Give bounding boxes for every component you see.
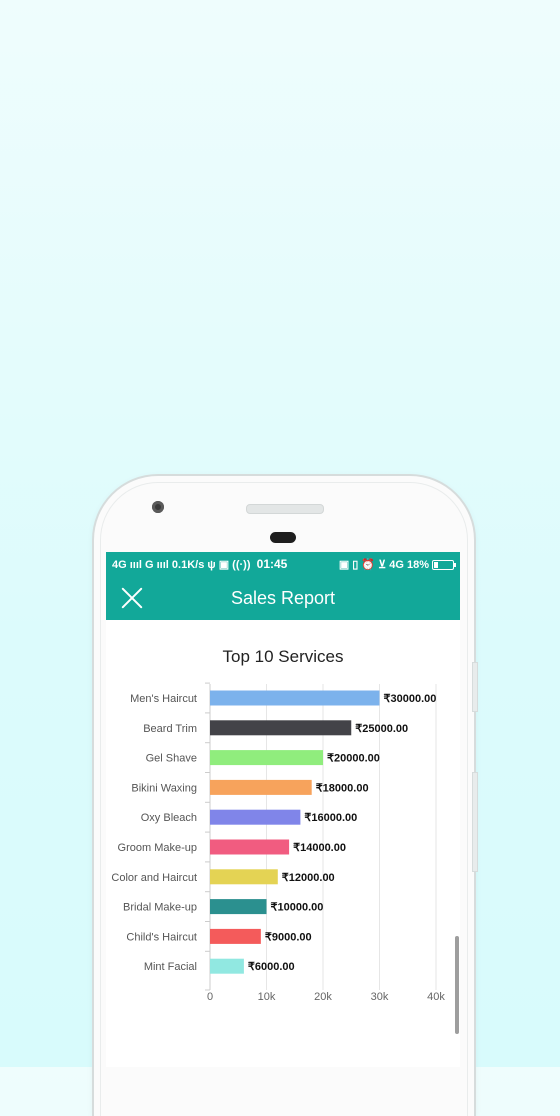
status-time: 01:45 xyxy=(256,557,288,571)
bar xyxy=(210,958,244,974)
bar xyxy=(210,899,267,915)
chart-area: Top 10 Services 0 10k 20k 30k 40k Men's Haircu… xyxy=(106,620,460,1067)
category-label: Groom Make-up xyxy=(118,842,197,854)
bar xyxy=(210,928,261,944)
category-label: Mint Facial xyxy=(144,961,197,973)
close-icon[interactable] xyxy=(120,586,144,610)
category-label: Gel Shave xyxy=(146,753,197,765)
data-label: ₹16000.00 xyxy=(304,812,357,824)
bar xyxy=(210,809,301,825)
chart-title: Top 10 Services xyxy=(223,647,344,666)
page-title: Sales Report xyxy=(230,587,336,608)
data-label: ₹9000.00 xyxy=(265,931,312,943)
x-tick-label: 40k xyxy=(427,991,445,1003)
x-tick-label: 30k xyxy=(371,991,389,1003)
data-label: ₹14000.00 xyxy=(293,842,346,854)
category-label: Color and Haircut xyxy=(111,872,197,884)
status-right: ▣ ▯ ⏰ ⊻ 4G 18% xyxy=(309,558,457,571)
category-label: Bikini Waxing xyxy=(131,782,197,794)
bar xyxy=(210,690,380,706)
category-label: Child's Haircut xyxy=(126,931,197,943)
scrollbar[interactable] xyxy=(455,936,459,1034)
category-label: Oxy Bleach xyxy=(141,812,197,824)
x-tick-label: 20k xyxy=(314,991,332,1003)
data-label: ₹10000.00 xyxy=(271,902,324,914)
category-label: Bridal Make-up xyxy=(123,902,197,914)
battery-icon xyxy=(432,559,457,570)
bar xyxy=(210,869,278,885)
earpiece-speaker xyxy=(246,504,324,514)
bar xyxy=(210,839,290,855)
status-right-text: ▣ ▯ ⏰ ⊻ 4G 18% xyxy=(338,558,430,571)
data-label: ₹12000.00 xyxy=(282,872,335,884)
category-label: Men's Haircut xyxy=(130,693,197,705)
data-label: ₹18000.00 xyxy=(316,782,369,794)
data-label: ₹25000.00 xyxy=(355,723,408,735)
app-bar: Sales Report xyxy=(106,576,460,620)
power-button xyxy=(472,772,478,872)
category-label: Beard Trim xyxy=(143,723,197,735)
data-label: ₹6000.00 xyxy=(248,961,295,973)
x-tick-label: 10k xyxy=(258,991,276,1003)
x-tick-label: 0 xyxy=(207,991,213,1003)
bar xyxy=(210,720,352,736)
front-camera xyxy=(152,501,164,513)
bar xyxy=(210,750,323,766)
proximity-sensor xyxy=(270,532,296,543)
bar xyxy=(210,779,312,795)
bar-chart: Top 10 Services 0 10k 20k 30k 40k Men's Haircu… xyxy=(111,647,445,1003)
status-bar: 4G ıııl G ıııl 0.1K/s ψ ▣ ((·)) 01:45 ▣ … xyxy=(106,552,460,576)
phone-screen: 4G ıııl G ıııl 0.1K/s ψ ▣ ((·)) 01:45 ▣ … xyxy=(106,552,460,1067)
volume-button xyxy=(472,662,478,712)
data-label: ₹30000.00 xyxy=(384,693,437,705)
status-left: 4G ıııl G ıııl 0.1K/s ψ ▣ ((·)) xyxy=(112,558,251,571)
data-label: ₹20000.00 xyxy=(327,753,380,765)
